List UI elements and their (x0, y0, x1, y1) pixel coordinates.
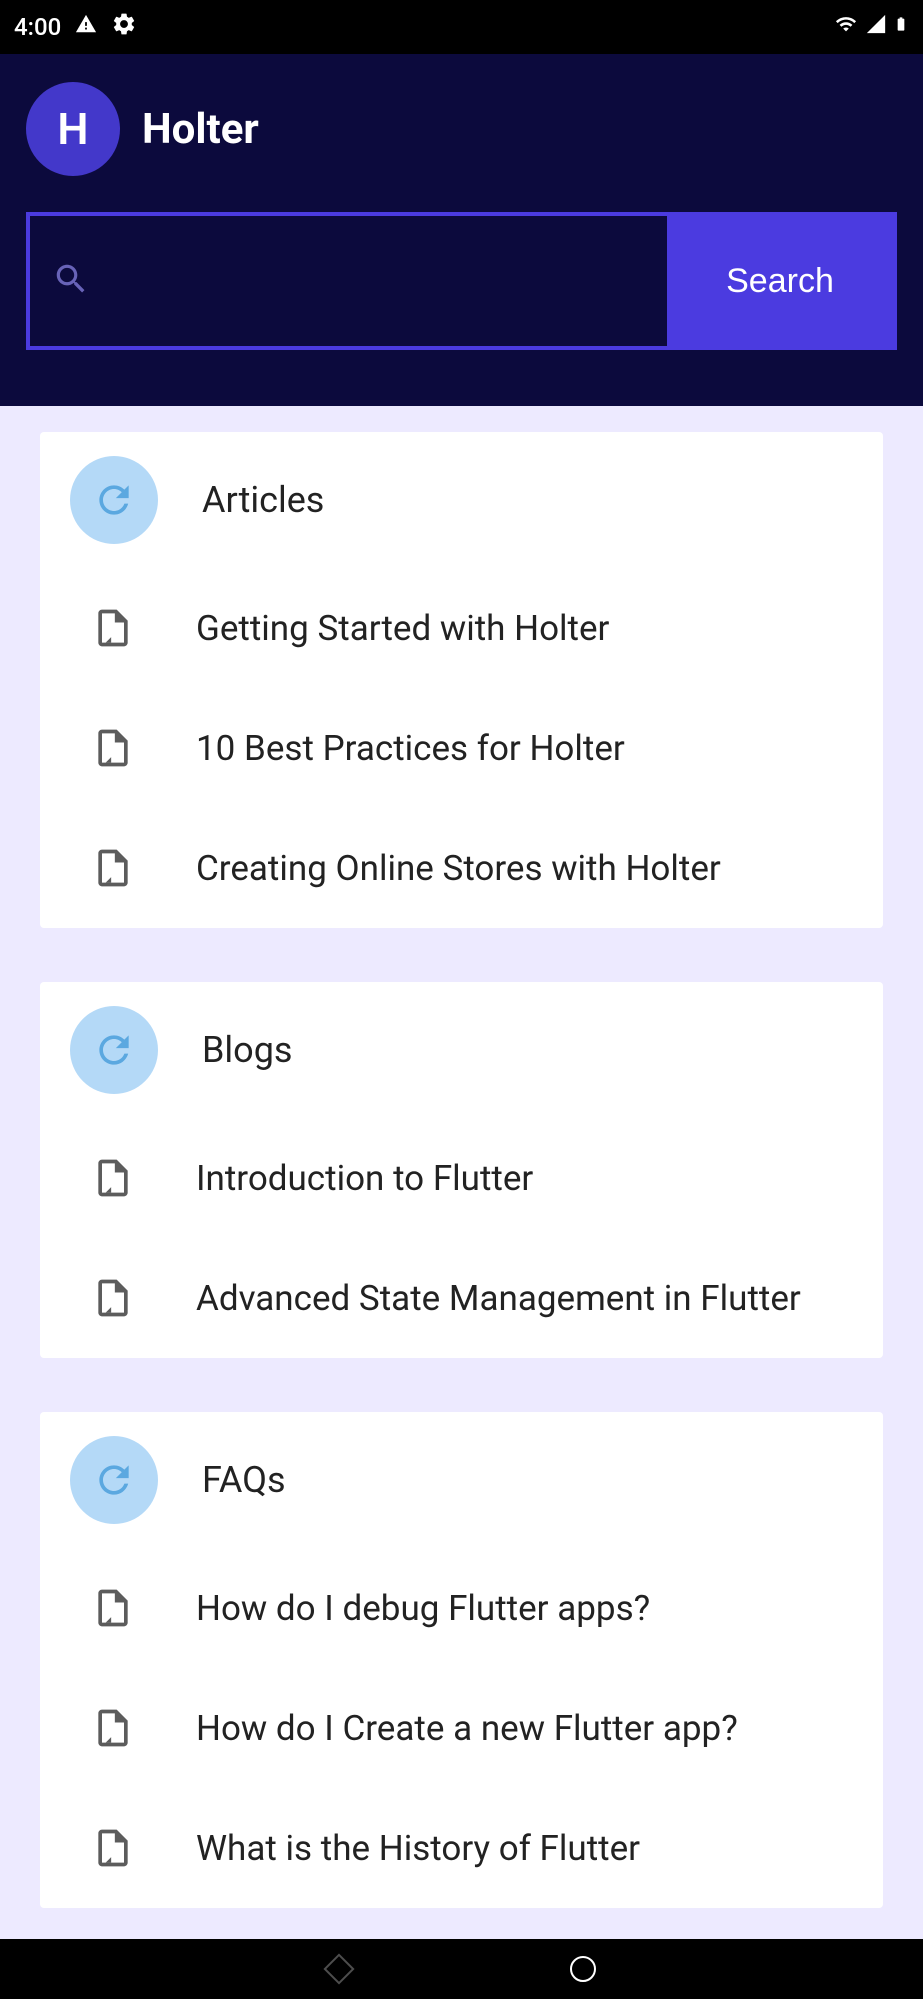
warning-icon (75, 13, 97, 41)
status-left: 4:00 (14, 11, 137, 43)
item-title: Advanced State Management in Flutter (196, 1278, 801, 1319)
avatar[interactable]: H (26, 82, 120, 176)
section-header-blogs[interactable]: Blogs (40, 982, 883, 1118)
list-item[interactable]: What is the History of Flutter (40, 1788, 883, 1908)
refresh-icon (70, 1006, 158, 1094)
item-title: Creating Online Stores with Holter (196, 848, 721, 889)
document-icon (90, 1155, 136, 1201)
header-top: H Holter (26, 82, 897, 176)
list-item[interactable]: Advanced State Management in Flutter (40, 1238, 883, 1358)
gear-icon (111, 11, 137, 43)
card-blogs: Blogs Introduction to Flutter Advanced S… (40, 982, 883, 1358)
android-nav-bar (0, 1939, 923, 1999)
status-time: 4:00 (14, 13, 61, 41)
status-bar: 4:00 (0, 0, 923, 54)
section-title: Articles (202, 479, 324, 521)
signal-icon (865, 13, 887, 41)
card-faqs: FAQs How do I debug Flutter apps? How do… (40, 1412, 883, 1908)
section-title: Blogs (202, 1029, 293, 1071)
document-icon (90, 845, 136, 891)
app-header: H Holter Search (0, 54, 923, 406)
section-header-faqs[interactable]: FAQs (40, 1412, 883, 1548)
nav-recent-icon[interactable] (323, 1953, 354, 1984)
page-title: Holter (142, 105, 259, 154)
list-item[interactable]: Creating Online Stores with Holter (40, 808, 883, 928)
list-item[interactable]: Introduction to Flutter (40, 1118, 883, 1238)
item-title: 10 Best Practices for Holter (196, 728, 625, 769)
search-icon (52, 260, 90, 302)
avatar-letter: H (57, 103, 88, 155)
document-icon (90, 605, 136, 651)
refresh-icon (70, 1436, 158, 1524)
content-area: Articles Getting Started with Holter 10 … (0, 406, 923, 1941)
document-icon (90, 1825, 136, 1871)
search-input-wrap[interactable] (30, 216, 667, 346)
list-item[interactable]: 10 Best Practices for Holter (40, 688, 883, 808)
list-item[interactable]: How do I Create a new Flutter app? (40, 1668, 883, 1788)
card-articles: Articles Getting Started with Holter 10 … (40, 432, 883, 928)
wifi-icon (833, 13, 859, 41)
section-header-articles[interactable]: Articles (40, 432, 883, 568)
nav-home-icon[interactable] (570, 1956, 596, 1982)
item-title: What is the History of Flutter (196, 1828, 640, 1869)
status-right (833, 11, 909, 43)
item-title: How do I Create a new Flutter app? (196, 1708, 738, 1749)
list-item[interactable]: How do I debug Flutter apps? (40, 1548, 883, 1668)
battery-icon (893, 11, 909, 43)
document-icon (90, 1585, 136, 1631)
document-icon (90, 1705, 136, 1751)
refresh-icon (70, 456, 158, 544)
search-input[interactable] (106, 264, 645, 298)
search-button[interactable]: Search (667, 216, 893, 346)
item-title: Introduction to Flutter (196, 1158, 533, 1199)
section-title: FAQs (202, 1459, 286, 1501)
search-row: Search (26, 212, 897, 350)
item-title: How do I debug Flutter apps? (196, 1588, 650, 1629)
document-icon (90, 1275, 136, 1321)
item-title: Getting Started with Holter (196, 608, 609, 649)
list-item[interactable]: Getting Started with Holter (40, 568, 883, 688)
document-icon (90, 725, 136, 771)
